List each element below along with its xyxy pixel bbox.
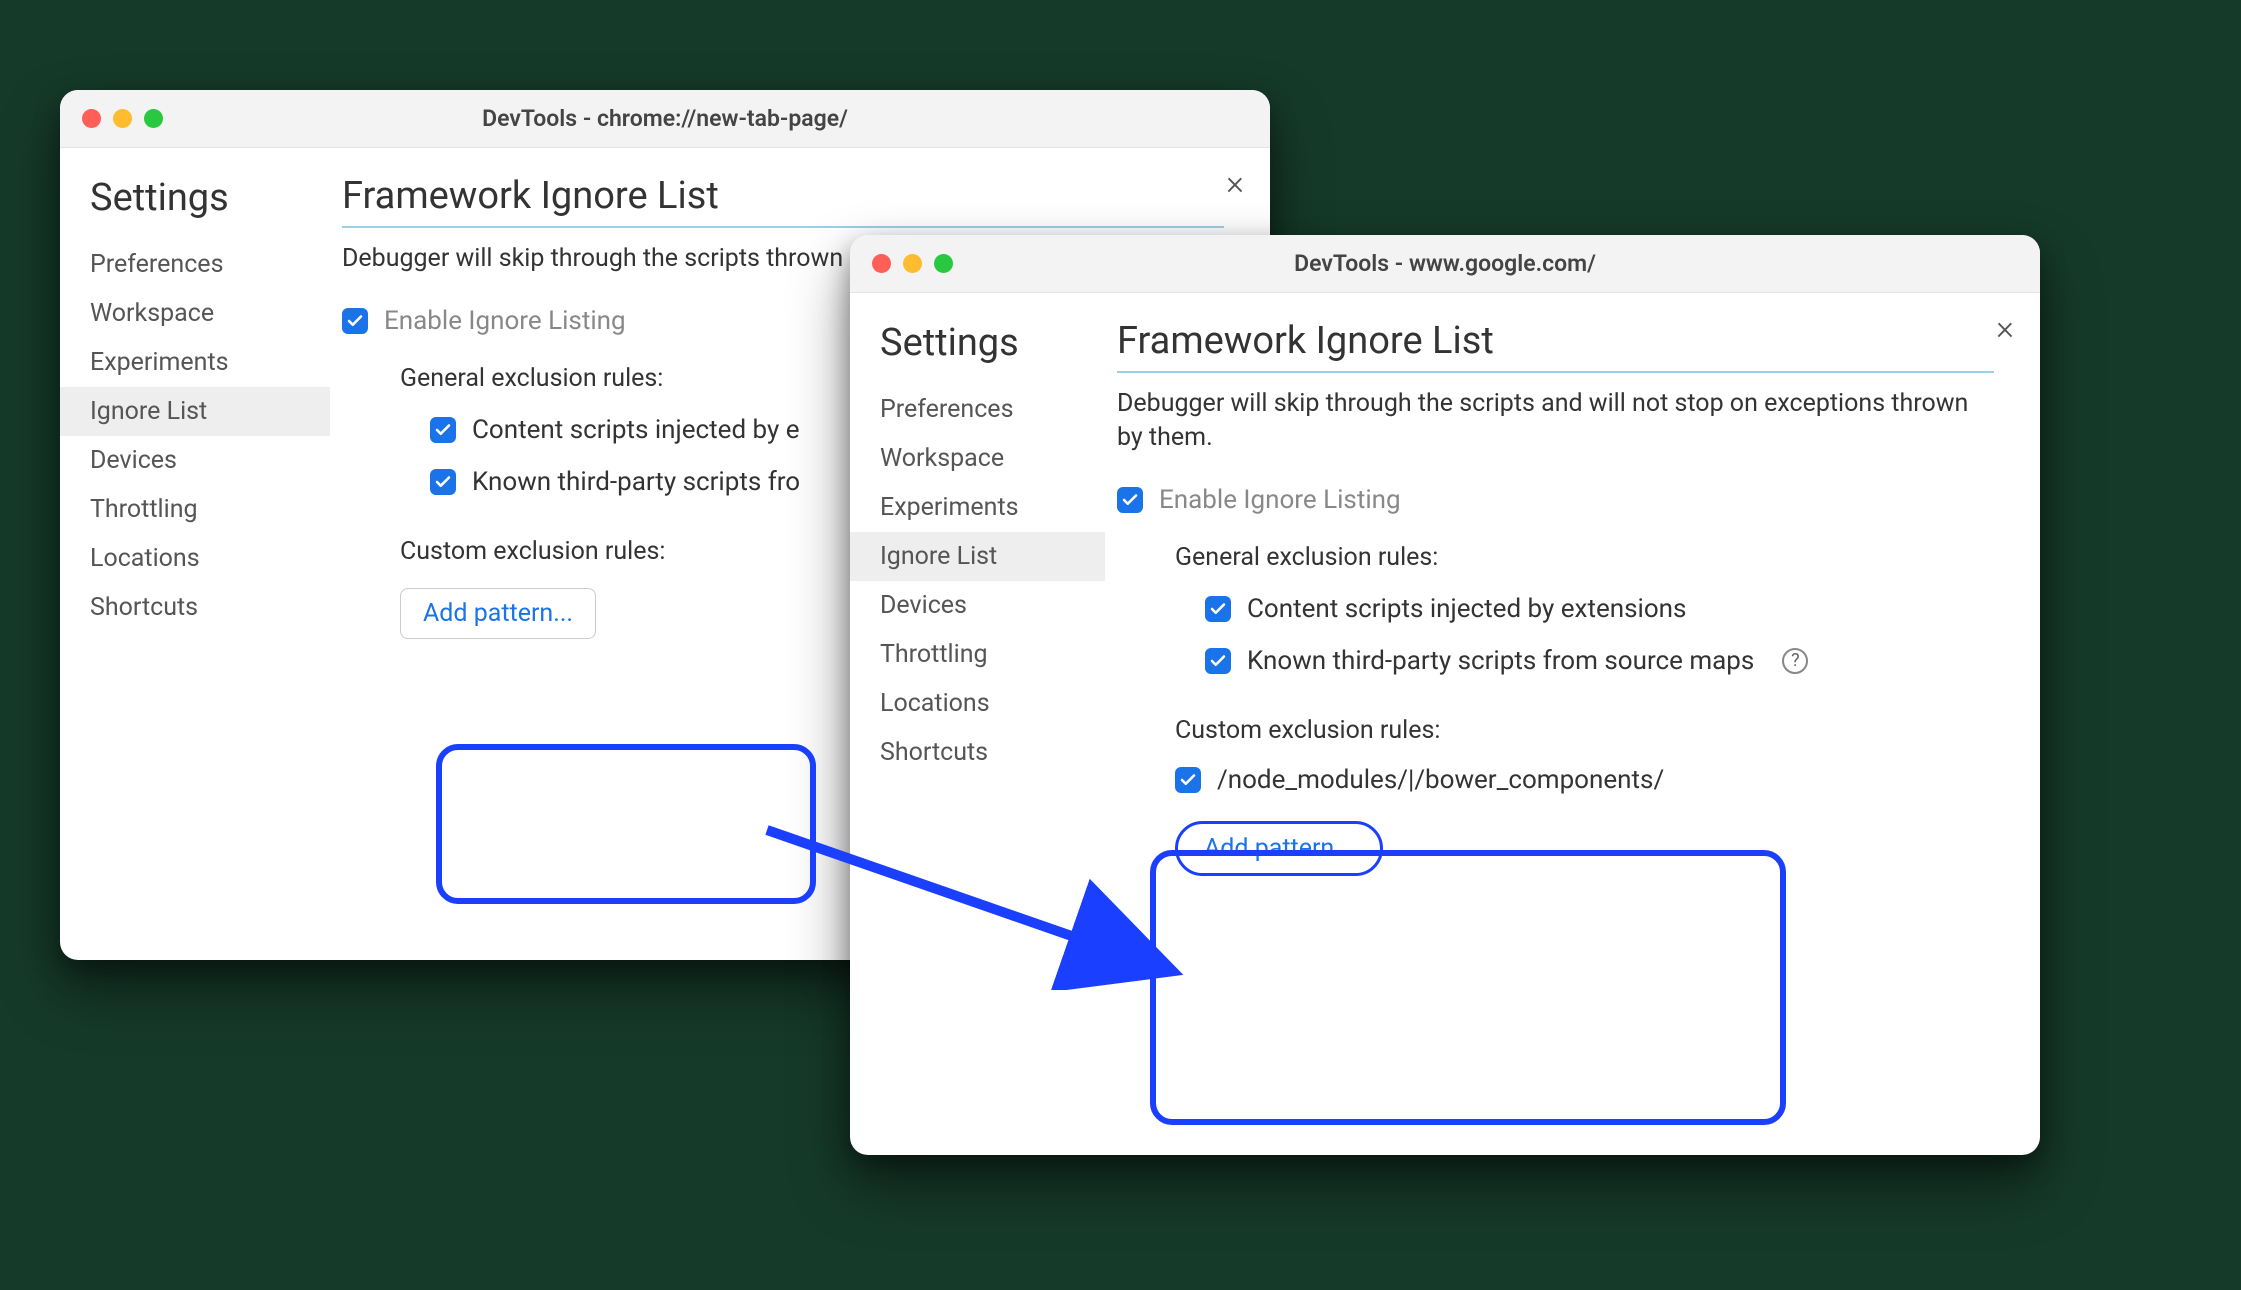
help-icon[interactable]: ? bbox=[1782, 648, 1808, 674]
window-title: DevTools - www.google.com/ bbox=[850, 250, 2040, 277]
sidebar-item-devices[interactable]: Devices bbox=[850, 581, 1105, 630]
content-scripts-label: Content scripts injected by e bbox=[472, 415, 800, 445]
custom-pattern-checkbox[interactable] bbox=[1175, 767, 1201, 793]
known-thirdparty-label: Known third-party scripts from source ma… bbox=[1247, 646, 1754, 676]
minimize-dot-icon[interactable] bbox=[903, 254, 922, 273]
content-scripts-checkbox[interactable] bbox=[1205, 596, 1231, 622]
sidebar-item-shortcuts[interactable]: Shortcuts bbox=[850, 728, 1105, 777]
window-title: DevTools - chrome://new-tab-page/ bbox=[60, 105, 1270, 132]
traffic-lights bbox=[82, 109, 163, 128]
titlebar: DevTools - www.google.com/ bbox=[850, 235, 2040, 293]
sidebar-item-throttling[interactable]: Throttling bbox=[60, 485, 330, 534]
minimize-dot-icon[interactable] bbox=[113, 109, 132, 128]
titlebar: DevTools - chrome://new-tab-page/ bbox=[60, 90, 1270, 148]
enable-ignore-listing-checkbox[interactable] bbox=[1117, 487, 1143, 513]
settings-sidebar: Settings Preferences Workspace Experimen… bbox=[850, 293, 1105, 1155]
general-rules-heading: General exclusion rules: bbox=[1175, 543, 1994, 572]
sidebar-item-experiments[interactable]: Experiments bbox=[60, 338, 330, 387]
sidebar-item-workspace[interactable]: Workspace bbox=[850, 434, 1105, 483]
add-pattern-button[interactable]: Add pattern... bbox=[1175, 821, 1383, 876]
known-thirdparty-checkbox[interactable] bbox=[1205, 648, 1231, 674]
page-description: Debugger will skip through the scripts a… bbox=[1117, 387, 1994, 455]
enable-ignore-listing-label: Enable Ignore Listing bbox=[384, 306, 626, 336]
sidebar-item-preferences[interactable]: Preferences bbox=[850, 385, 1105, 434]
maximize-dot-icon[interactable] bbox=[934, 254, 953, 273]
content-scripts-checkbox[interactable] bbox=[430, 417, 456, 443]
close-dot-icon[interactable] bbox=[872, 254, 891, 273]
enable-ignore-listing-checkbox[interactable] bbox=[342, 308, 368, 334]
known-thirdparty-checkbox[interactable] bbox=[430, 469, 456, 495]
devtools-window-right: DevTools - www.google.com/ × Settings Pr… bbox=[850, 235, 2040, 1155]
add-pattern-button[interactable]: Add pattern... bbox=[400, 588, 596, 639]
sidebar-item-locations[interactable]: Locations bbox=[60, 534, 330, 583]
sidebar-item-devices[interactable]: Devices bbox=[60, 436, 330, 485]
sidebar-item-shortcuts[interactable]: Shortcuts bbox=[60, 583, 330, 632]
close-icon[interactable]: × bbox=[1226, 166, 1244, 200]
window-body: × Settings Preferences Workspace Experim… bbox=[850, 293, 2040, 1155]
custom-pattern-label: /node_modules/|/bower_components/ bbox=[1217, 765, 1664, 795]
maximize-dot-icon[interactable] bbox=[144, 109, 163, 128]
enable-ignore-listing-label: Enable Ignore Listing bbox=[1159, 485, 1401, 515]
sidebar-item-preferences[interactable]: Preferences bbox=[60, 240, 330, 289]
sidebar-item-workspace[interactable]: Workspace bbox=[60, 289, 330, 338]
close-dot-icon[interactable] bbox=[82, 109, 101, 128]
close-icon[interactable]: × bbox=[1996, 311, 2014, 345]
traffic-lights bbox=[872, 254, 953, 273]
settings-sidebar: Settings Preferences Workspace Experimen… bbox=[60, 148, 330, 960]
sidebar-item-experiments[interactable]: Experiments bbox=[850, 483, 1105, 532]
sidebar-title: Settings bbox=[60, 172, 330, 240]
settings-content: Framework Ignore List Debugger will skip… bbox=[1105, 293, 2040, 1155]
content-scripts-label: Content scripts injected by extensions bbox=[1247, 594, 1686, 624]
custom-rules-heading: Custom exclusion rules: bbox=[1175, 716, 1994, 745]
sidebar-item-locations[interactable]: Locations bbox=[850, 679, 1105, 728]
page-heading: Framework Ignore List bbox=[342, 174, 1224, 228]
sidebar-item-ignore-list[interactable]: Ignore List bbox=[60, 387, 330, 436]
sidebar-item-ignore-list[interactable]: Ignore List bbox=[850, 532, 1105, 581]
sidebar-title: Settings bbox=[850, 317, 1105, 385]
page-heading: Framework Ignore List bbox=[1117, 319, 1994, 373]
known-thirdparty-label: Known third-party scripts fro bbox=[472, 467, 800, 497]
sidebar-item-throttling[interactable]: Throttling bbox=[850, 630, 1105, 679]
